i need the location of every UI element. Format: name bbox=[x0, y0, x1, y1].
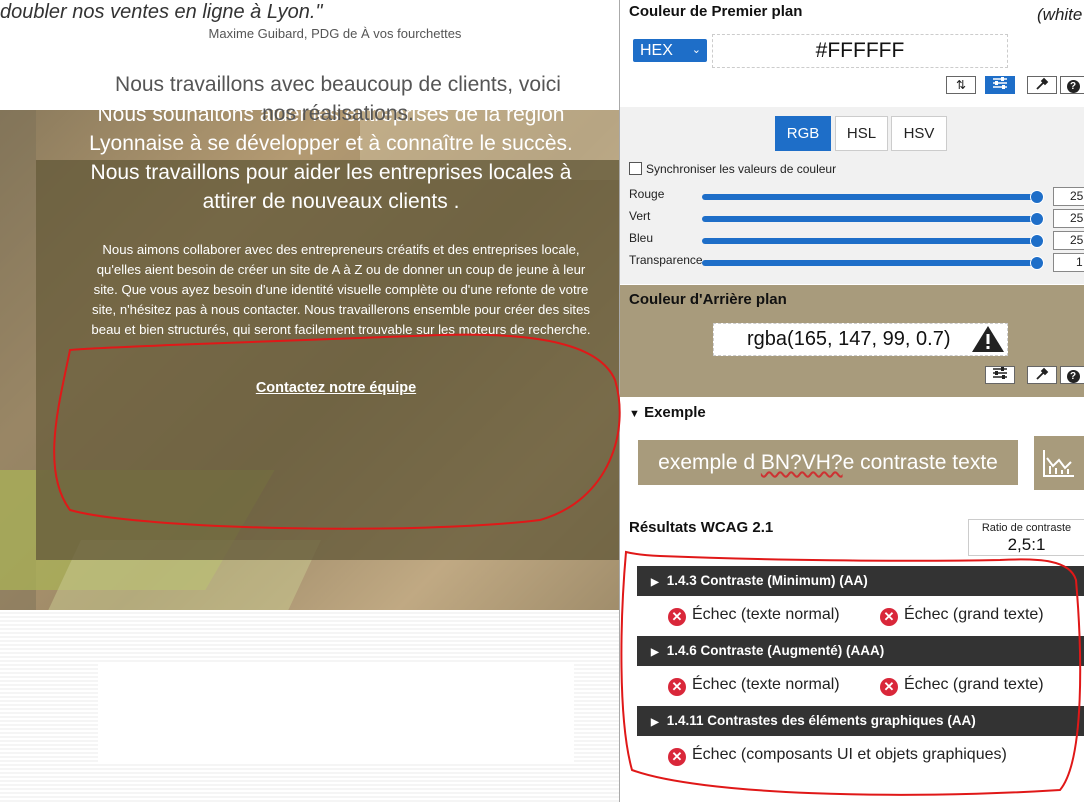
blue-slider[interactable] bbox=[702, 238, 1038, 244]
fail-icon: ✕ bbox=[880, 678, 898, 696]
blue-slider-thumb[interactable] bbox=[1030, 234, 1044, 248]
example-text: exemple d bbox=[658, 451, 761, 474]
sync-colors-checkbox[interactable]: Synchroniser les valeurs de couleur bbox=[629, 162, 836, 176]
swap-icon[interactable]: ⇅ bbox=[946, 76, 976, 94]
triangle-right-icon: ▶ bbox=[651, 647, 659, 658]
sync-colors-label: Synchroniser les valeurs de couleur bbox=[646, 162, 837, 176]
criterion-header[interactable]: ▶ 1.4.3 Contraste (Minimum) (AA) bbox=[637, 566, 1084, 596]
result-fail: ✕ Échec (grand texte) bbox=[880, 606, 1044, 626]
result-text: Échec (texte normal) bbox=[692, 676, 840, 693]
help-icon[interactable]: ? bbox=[1060, 76, 1084, 94]
criterion-header[interactable]: ▶ 1.4.11 Contrastes des éléments graphiqu… bbox=[637, 706, 1084, 736]
red-slider[interactable] bbox=[702, 194, 1038, 200]
foreground-color-name: (white bbox=[1037, 5, 1083, 24]
hero-body: Nous aimons collaborer avec des entrepre… bbox=[91, 242, 591, 337]
background-title: Couleur d'Arrière plan bbox=[629, 291, 787, 308]
hero-overlay-box bbox=[36, 160, 622, 560]
example-preview: exemple d BN?VH?e contraste texte bbox=[638, 440, 1018, 485]
warning-icon bbox=[972, 326, 1004, 352]
contrast-checker-panel: Couleur de Premier plan (white HEX ⌄ #FF… bbox=[619, 0, 1084, 802]
slider-label-blue: Bleu bbox=[629, 231, 654, 245]
result-fail: ✕ Échec (texte normal) bbox=[668, 606, 840, 626]
criterion-title: 1.4.11 Contrastes des éléments graphique… bbox=[666, 713, 976, 728]
quote-text: doubler nos ventes en ligne à Lyon." bbox=[0, 1, 323, 23]
result-fail: ✕ Échec (texte normal) bbox=[668, 676, 840, 696]
triangle-down-icon: ▼ bbox=[629, 408, 640, 420]
background-color-input[interactable]: rgba(165, 147, 99, 0.7) bbox=[713, 323, 1008, 356]
tab-hsv[interactable]: HSV bbox=[891, 116, 947, 151]
foreground-title: Couleur de Premier plan bbox=[629, 3, 803, 20]
contact-team-link[interactable]: Contactez notre équipe bbox=[66, 380, 606, 396]
result-text: Échec (composants UI et objets graphique… bbox=[692, 746, 1007, 763]
result-text: Échec (grand texte) bbox=[904, 676, 1044, 693]
result-fail: ✕ Échec (grand texte) bbox=[880, 676, 1044, 696]
fail-icon: ✕ bbox=[668, 608, 686, 626]
red-value-input[interactable]: 255 bbox=[1053, 187, 1084, 206]
result-fail: ✕ Échec (composants UI et objets graphiqu… bbox=[668, 746, 1007, 766]
contrast-ratio-box: Ratio de contraste 2,5:1 bbox=[968, 519, 1084, 556]
eyedropper-icon[interactable] bbox=[1027, 76, 1057, 94]
color-format-value: HEX bbox=[640, 42, 673, 59]
green-value-input[interactable]: 255 bbox=[1053, 209, 1084, 228]
color-format-select[interactable]: HEX ⌄ bbox=[633, 39, 707, 62]
result-text: Échec (texte normal) bbox=[692, 606, 840, 623]
transparency-slider[interactable] bbox=[702, 260, 1038, 266]
result-text: Échec (grand texte) bbox=[904, 606, 1044, 623]
slider-label-green: Vert bbox=[629, 209, 651, 223]
fail-icon: ✕ bbox=[880, 608, 898, 626]
clients-box bbox=[98, 662, 574, 762]
criterion-title: 1.4.3 Contraste (Minimum) (AA) bbox=[666, 573, 868, 588]
help-icon[interactable]: ? bbox=[1060, 366, 1084, 384]
wcag-results-title: Résultats WCAG 2.1 bbox=[629, 519, 774, 536]
example-text-misspelled: BN?VH? bbox=[760, 451, 843, 474]
criterion-title: 1.4.6 Contraste (Augmenté) (AAA) bbox=[666, 643, 885, 658]
contrast-ratio-label: Ratio de contraste bbox=[981, 522, 1072, 534]
contrast-ratio-value: 2,5:1 bbox=[1007, 535, 1046, 554]
sliders-icon[interactable] bbox=[985, 76, 1015, 94]
example-toggle[interactable]: ▼ Exemple bbox=[629, 404, 706, 421]
slider-label-red: Rouge bbox=[629, 187, 665, 201]
fail-icon: ✕ bbox=[668, 678, 686, 696]
foreground-hex-input[interactable]: #FFFFFF bbox=[712, 34, 1008, 68]
example-text: e contraste texte bbox=[842, 451, 998, 474]
chevron-down-icon: ⌄ bbox=[691, 44, 701, 56]
green-slider-thumb[interactable] bbox=[1030, 212, 1044, 226]
sliders-icon[interactable] bbox=[985, 366, 1015, 384]
triangle-right-icon: ▶ bbox=[651, 577, 659, 588]
triangle-right-icon: ▶ bbox=[651, 717, 659, 728]
tab-rgb[interactable]: RGB bbox=[775, 116, 831, 151]
quote-author: Maxime Guibard, PDG de À vos fourchettes bbox=[208, 26, 462, 41]
example-title: Exemple bbox=[644, 404, 706, 421]
transparency-value-input[interactable]: 1 bbox=[1053, 253, 1084, 272]
slider-label-transparency: Transparence bbox=[629, 253, 703, 267]
eyedropper-icon[interactable] bbox=[1027, 366, 1057, 384]
clients-text: Nous travaillons avec beaucoup de client… bbox=[115, 73, 561, 125]
transparency-slider-thumb[interactable] bbox=[1030, 256, 1044, 270]
blue-value-input[interactable]: 255 bbox=[1053, 231, 1084, 250]
tab-hsl[interactable]: HSL bbox=[835, 116, 888, 151]
criterion-header[interactable]: ▶ 1.4.6 Contraste (Augmenté) (AAA) bbox=[637, 636, 1084, 666]
green-slider[interactable] bbox=[702, 216, 1038, 222]
fail-icon: ✕ bbox=[668, 748, 686, 766]
red-slider-thumb[interactable] bbox=[1030, 190, 1044, 204]
clients-section bbox=[0, 612, 622, 802]
checkbox-icon[interactable] bbox=[629, 162, 642, 175]
graphic-example-icon bbox=[1034, 436, 1084, 490]
